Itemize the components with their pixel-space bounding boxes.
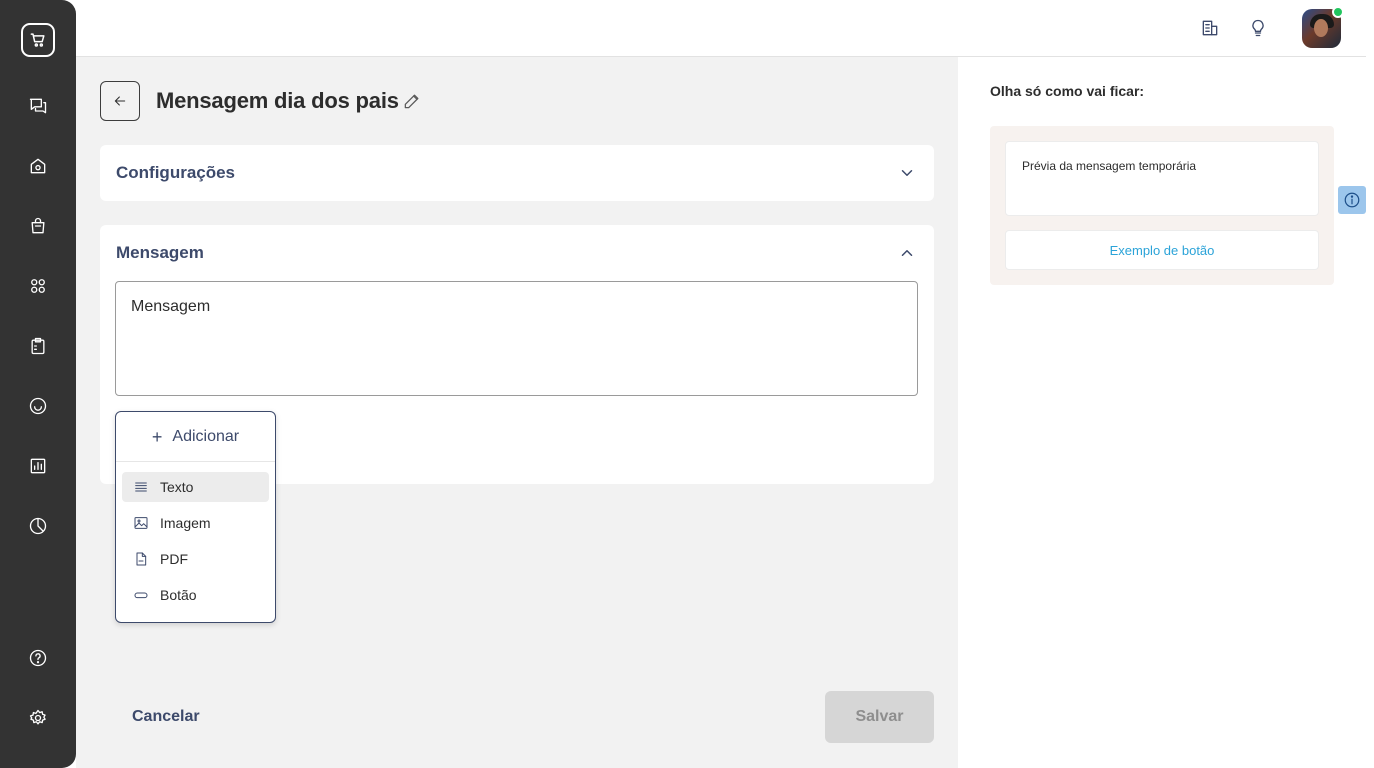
main-content: Mensagem dia dos pais Configurações Mens… — [76, 57, 958, 768]
smile-icon[interactable] — [24, 392, 52, 420]
add-button[interactable]: + Adicionar — [116, 412, 275, 462]
save-button[interactable]: Salvar — [825, 691, 934, 743]
apps-grid-icon[interactable] — [24, 272, 52, 300]
cancel-button[interactable]: Cancelar — [132, 708, 200, 726]
preview-example-button: Exemplo de botão — [1005, 230, 1319, 270]
building-icon[interactable] — [1198, 16, 1222, 40]
menu-item-label: Texto — [160, 479, 194, 495]
preview-title: Olha só como vai ficar: — [990, 83, 1145, 99]
message-section-title: Mensagem — [116, 243, 204, 262]
menu-item-label: Imagem — [160, 515, 211, 531]
sidebar — [0, 0, 76, 768]
avatar-face — [1314, 19, 1328, 37]
store-icon[interactable] — [24, 152, 52, 180]
clipboard-icon[interactable] — [24, 332, 52, 360]
pie-chart-icon[interactable] — [24, 512, 52, 540]
menu-item-botao[interactable]: Botão — [122, 580, 269, 610]
preview-message: Prévia da mensagem temporária — [1005, 141, 1319, 216]
settings-icon[interactable] — [24, 704, 52, 732]
message-textarea[interactable] — [115, 281, 918, 396]
config-section-title: Configurações — [116, 163, 236, 182]
menu-item-imagem[interactable]: Imagem — [122, 508, 269, 538]
top-header — [76, 0, 1366, 57]
page-title: Mensagem dia dos pais — [156, 88, 399, 113]
arrow-left-icon — [114, 96, 126, 106]
right-edge — [1366, 0, 1374, 768]
menu-item-label: PDF — [160, 551, 188, 567]
lightbulb-icon[interactable] — [1246, 16, 1270, 40]
button-pill-icon — [133, 587, 149, 603]
chevron-down-icon[interactable] — [898, 164, 916, 182]
add-content-menu: + Adicionar Texto Imagem PDF Botão — [115, 411, 276, 623]
pencil-edit-icon[interactable] — [402, 91, 422, 111]
text-lines-icon — [133, 479, 149, 495]
config-section[interactable]: Configurações — [100, 145, 934, 201]
help-icon[interactable] — [24, 644, 52, 672]
info-icon[interactable] — [1338, 186, 1366, 214]
chevron-up-icon[interactable] — [898, 244, 916, 262]
avatar[interactable] — [1302, 6, 1344, 48]
preview-panel: Olha só como vai ficar: Prévia da mensag… — [958, 57, 1366, 768]
shopping-bag-icon[interactable] — [24, 212, 52, 240]
cart-chat-logo-icon[interactable] — [21, 23, 55, 57]
back-button[interactable] — [100, 81, 140, 121]
online-status-dot — [1332, 6, 1344, 18]
menu-item-pdf[interactable]: PDF — [122, 544, 269, 574]
add-button-label: Adicionar — [172, 427, 240, 445]
pdf-file-icon — [133, 551, 149, 567]
preview-box: Prévia da mensagem temporária Exemplo de… — [990, 126, 1334, 285]
chat-icon[interactable] — [24, 92, 52, 120]
image-icon — [133, 515, 149, 531]
plus-icon: + — [151, 426, 163, 447]
menu-item-label: Botão — [160, 587, 197, 603]
menu-item-texto[interactable]: Texto — [122, 472, 269, 502]
bar-chart-icon[interactable] — [24, 452, 52, 480]
